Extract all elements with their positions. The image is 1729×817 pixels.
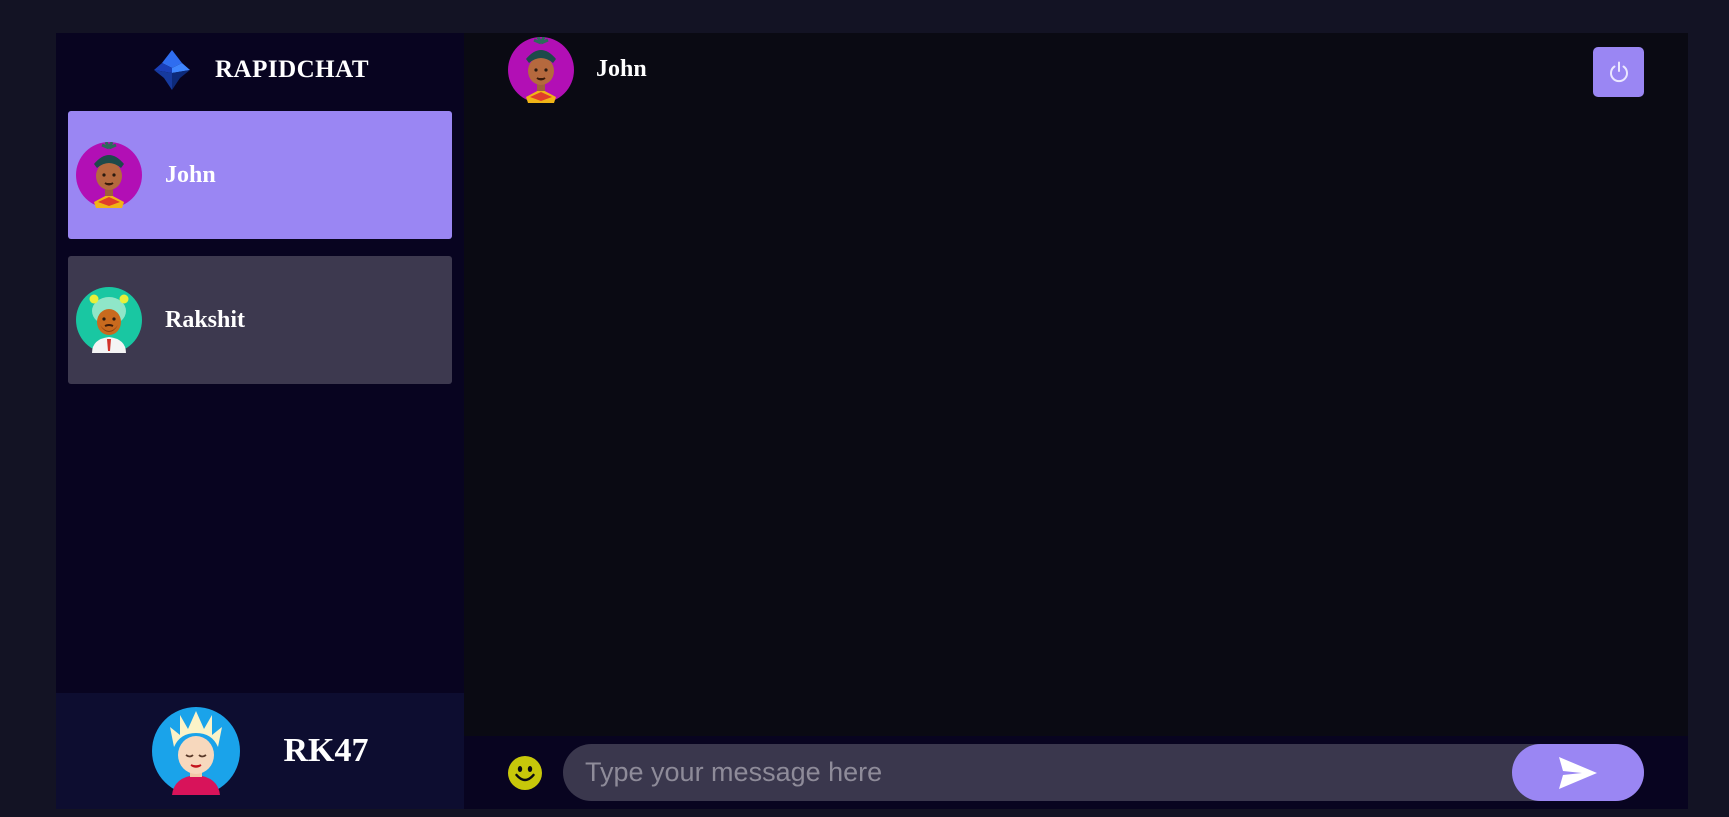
message-input[interactable]	[563, 743, 1512, 802]
contact-item-john[interactable]: John	[68, 111, 452, 239]
brand: RAPIDCHAT	[56, 33, 464, 106]
current-user-name: RK47	[283, 732, 369, 769]
smiley-icon[interactable]	[507, 755, 543, 791]
chat-app-container: RAPIDCHAT John Rakshit RK47 John Type yo…	[56, 33, 1688, 809]
contact-item-rakshit[interactable]: Rakshit	[68, 256, 452, 384]
avatar-magenta-dreadlocks-icon	[76, 142, 142, 208]
diamond-logo-icon	[153, 49, 190, 90]
contact-name: Rakshit	[165, 306, 246, 333]
avatar-blue-blonde-spiky-icon	[151, 707, 240, 795]
brand-name: RAPIDCHAT	[214, 55, 370, 83]
chat-contact-name: John	[596, 56, 647, 82]
contact-list: John Rakshit	[56, 106, 464, 384]
send-arrow-icon	[1559, 756, 1597, 789]
message-form	[563, 743, 1644, 802]
chat-panel: John	[464, 33, 1688, 809]
contacts-sidebar: RAPIDCHAT John Rakshit RK47	[56, 33, 464, 809]
avatar-teal-bear-hat-icon	[76, 287, 142, 353]
power-icon	[1609, 61, 1628, 83]
chat-header: John	[464, 33, 1688, 106]
messages-area	[464, 106, 1688, 736]
send-button[interactable]	[1512, 744, 1644, 801]
message-input-bar	[464, 736, 1688, 809]
current-user-panel: RK47	[56, 693, 464, 809]
avatar-magenta-dreadlocks-icon	[508, 36, 574, 103]
logout-button[interactable]	[1593, 47, 1644, 97]
contact-name: John	[165, 161, 216, 188]
